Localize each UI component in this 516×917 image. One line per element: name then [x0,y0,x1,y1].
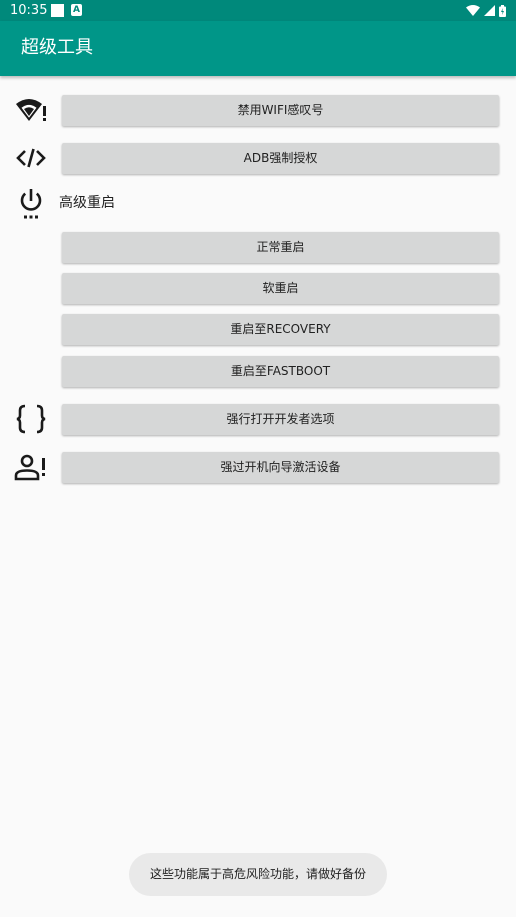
adb-force-auth-button[interactable]: ADB强制授权 [62,143,499,174]
braces-icon [13,401,49,437]
status-bar: 10:35 A [0,0,516,21]
reboot-fastboot-button[interactable]: 重启至FASTBOOT [62,356,499,387]
notification-a-icon: A [71,4,82,16]
battery-icon [499,4,506,17]
app-title: 超级工具 [21,37,93,58]
code-icon [13,140,49,176]
normal-reboot-button[interactable]: 正常重启 [62,232,499,263]
app-bar: 超级工具 [0,21,516,76]
force-developer-options-button[interactable]: 强行打开开发者选项 [62,404,499,435]
wifi-alert-icon [13,92,49,128]
toast-message: 这些功能属于高危风险功能，请做好备份 [129,853,387,896]
person-alert-icon [13,449,49,485]
disable-wifi-alert-button[interactable]: 禁用WIFI感叹号 [62,95,499,126]
cell-signal-icon [484,5,495,16]
soft-reboot-button[interactable]: 软重启 [62,273,499,304]
reboot-recovery-button[interactable]: 重启至RECOVERY [62,314,499,345]
notification-square-icon [51,4,64,17]
wifi-signal-icon [466,5,480,16]
bypass-setup-wizard-button[interactable]: 强过开机向导激活设备 [62,452,499,483]
power-settings-icon [13,186,49,222]
status-icons [466,3,506,18]
status-time: 10:35 [10,3,48,18]
advanced-reboot-label: 高级重启 [59,195,115,211]
